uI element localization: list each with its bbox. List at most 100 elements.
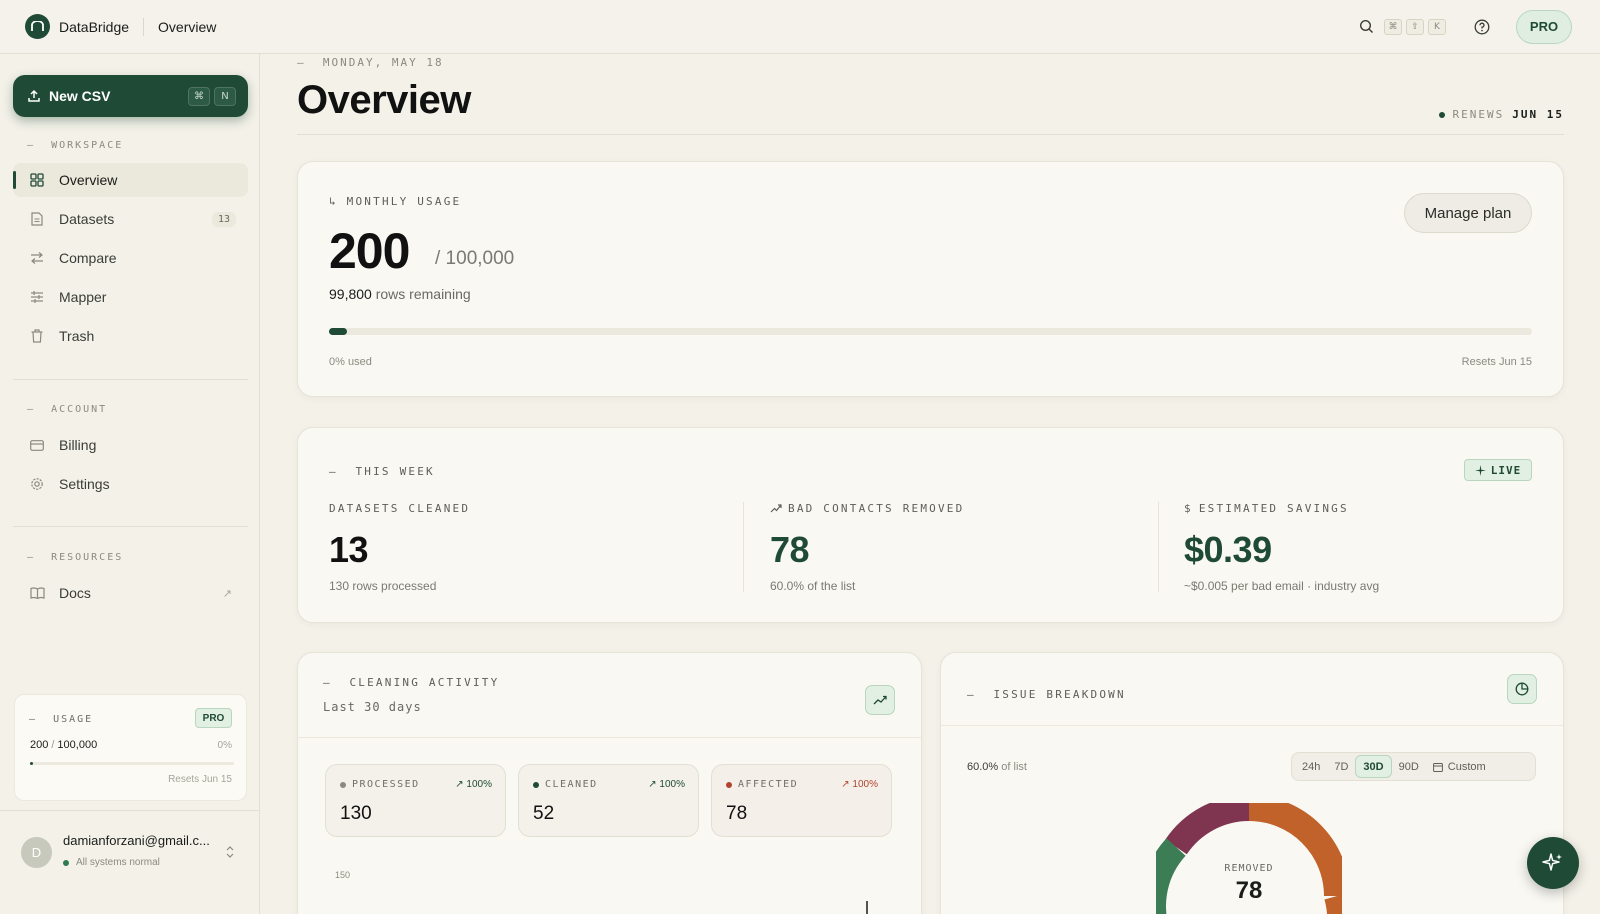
this-week-card: – THIS WEEK LIVE DATASETS CLEANED 13 130… [297, 427, 1564, 623]
chart-y-tick: 150 [335, 870, 351, 880]
sidebar-item-docs[interactable]: Docs ↗ [13, 576, 248, 610]
sidebar-item-label: Trash [59, 328, 95, 344]
stat-estimated-savings: $ ESTIMATED SAVINGS $0.39 ~$0.005 per ba… [1184, 502, 1379, 593]
legend-dot-icon [340, 781, 346, 788]
sidebar-item-label: Datasets [59, 211, 115, 227]
renewal-info: RENEWS JUN 15 [1438, 108, 1565, 121]
usage-resets: Resets Jun 15 [1461, 356, 1532, 368]
usage-progress-bar [30, 762, 234, 765]
range-option-24h[interactable]: 24h [1295, 755, 1327, 778]
percent-of-list: 60.0% of list [967, 761, 1027, 773]
user-email: damianforzani@gmail.c... [63, 833, 210, 848]
range-option-30d[interactable]: 30D [1355, 755, 1392, 778]
sliders-icon [29, 289, 45, 305]
cleaning-activity-period: Last 30 days [323, 700, 422, 714]
help-icon[interactable] [1474, 19, 1490, 35]
sidebar-item-label: Billing [59, 437, 97, 453]
stat-label: BAD CONTACTS REMOVED [770, 502, 964, 515]
file-icon [29, 211, 45, 227]
metric-percent: ↗ 100% [841, 779, 878, 790]
metric-value: 130 [340, 803, 372, 824]
rows-remaining: 99,800 rows remaining [329, 286, 471, 302]
upload-icon [27, 89, 41, 103]
legend-dot-icon [533, 781, 539, 788]
stat-value: $0.39 [1184, 529, 1272, 570]
chart-line-mark [866, 901, 868, 914]
usage-percent-used: 0% used [329, 356, 372, 368]
range-option-90d[interactable]: 90D [1392, 755, 1426, 778]
range-option-7d[interactable]: 7D [1327, 755, 1355, 778]
top-bar: DataBridge Overview ⌘ ⇧ K PRO [0, 0, 1600, 54]
metric-processed: PROCESSED ↗ 100% 130 [325, 764, 506, 837]
gear-icon [29, 476, 45, 492]
sidebar-item-label: Mapper [59, 289, 107, 305]
brand[interactable]: DataBridge [25, 14, 129, 39]
stat-label: $ ESTIMATED SAVINGS [1184, 502, 1349, 515]
status-dot-icon [63, 859, 69, 866]
range-option-custom[interactable]: Custom [1426, 755, 1493, 778]
sidebar-item-settings[interactable]: Settings [13, 467, 248, 501]
metric-label: CLEANED [533, 779, 598, 790]
manage-plan-button[interactable]: Manage plan [1404, 193, 1532, 233]
sparkle-icon [1542, 853, 1562, 871]
new-csv-label: New CSV [49, 88, 111, 104]
page-title: Overview [297, 78, 471, 122]
grid-icon [29, 172, 45, 188]
sidebar-item-mapper[interactable]: Mapper [13, 280, 248, 314]
avatar: D [21, 837, 52, 868]
card-divider [298, 737, 921, 738]
account-section-label: – ACCOUNT [27, 404, 108, 415]
usage-card-title: – USAGE [29, 714, 94, 725]
metric-percent: ↗ 100% [648, 779, 685, 790]
plan-badge[interactable]: PRO [1516, 9, 1572, 44]
sidebar-item-datasets[interactable]: Datasets 13 [13, 202, 248, 236]
arrows-icon [29, 250, 45, 266]
ai-assistant-button[interactable] [1527, 837, 1579, 889]
workspace-section-label: – WORKSPACE [27, 140, 124, 151]
stat-bad-contacts-removed: BAD CONTACTS REMOVED 78 60.0% of the lis… [770, 502, 964, 593]
usage-resets: Resets Jun 15 [168, 774, 232, 785]
trash-icon [29, 328, 45, 344]
metric-value: 78 [726, 803, 748, 824]
current-date: – MONDAY, MAY 18 [297, 56, 444, 69]
new-csv-button[interactable]: New CSV ⌘ N [13, 75, 248, 117]
stat-subtext: 60.0% of the list [770, 579, 856, 593]
trend-up-icon [770, 504, 782, 513]
sidebar-usage-card: – USAGE PRO 200/100,000 0% Resets Jun 15 [14, 694, 247, 801]
donut-center-label: REMOVED [1224, 863, 1274, 874]
sidebar-divider [13, 379, 248, 380]
stat-subtext: ~$0.005 per bad email · industry avg [1184, 579, 1380, 593]
monthly-usage-card: ↳ MONTHLY USAGE 200 / 100,000 99,800 row… [297, 161, 1564, 397]
search-shortcut: ⌘ ⇧ K [1380, 18, 1446, 35]
calendar-icon [1432, 762, 1443, 772]
donut-segment-maroon [1165, 803, 1250, 855]
shortcut-key: ⌘ [1384, 18, 1402, 35]
stat-label: DATASETS CLEANED [329, 502, 471, 515]
usage-count: 200/100,000 [30, 739, 98, 751]
donut-center-value: 78 [1235, 877, 1263, 904]
chevron-updown-icon [226, 845, 234, 864]
metric-value: 52 [533, 803, 555, 824]
stat-subtext: 130 rows processed [329, 579, 437, 593]
cleaning-activity-label: – CLEANING ACTIVITY [323, 676, 500, 689]
sidebar-item-trash[interactable]: Trash [13, 319, 248, 353]
this-week-label: – THIS WEEK [329, 465, 435, 478]
datasets-count-badge: 13 [211, 211, 236, 227]
databridge-logo-icon [25, 14, 50, 39]
sidebar-item-overview[interactable]: Overview [13, 163, 248, 197]
stat-value: 13 [329, 529, 369, 570]
trend-chart-icon[interactable] [865, 685, 895, 715]
pie-chart-icon[interactable] [1507, 674, 1537, 704]
stat-datasets-cleaned: DATASETS CLEANED 13 130 rows processed [329, 502, 470, 593]
sidebar-item-label: Docs [59, 585, 91, 601]
sidebar-item-compare[interactable]: Compare [13, 241, 248, 275]
sidebar-item-billing[interactable]: Billing [13, 428, 248, 462]
issue-breakdown-label: – ISSUE BREAKDOWN [967, 688, 1126, 701]
shortcut-key: K [1428, 18, 1446, 35]
user-account-switcher[interactable]: D damianforzani@gmail.c... All systems n… [0, 810, 260, 914]
usage-progress-bar [329, 328, 1532, 335]
system-status: All systems normal [63, 857, 160, 868]
search-icon[interactable] [1359, 19, 1374, 34]
external-link-icon: ↗ [222, 587, 232, 600]
monthly-usage-label: ↳ MONTHLY USAGE [329, 195, 462, 208]
